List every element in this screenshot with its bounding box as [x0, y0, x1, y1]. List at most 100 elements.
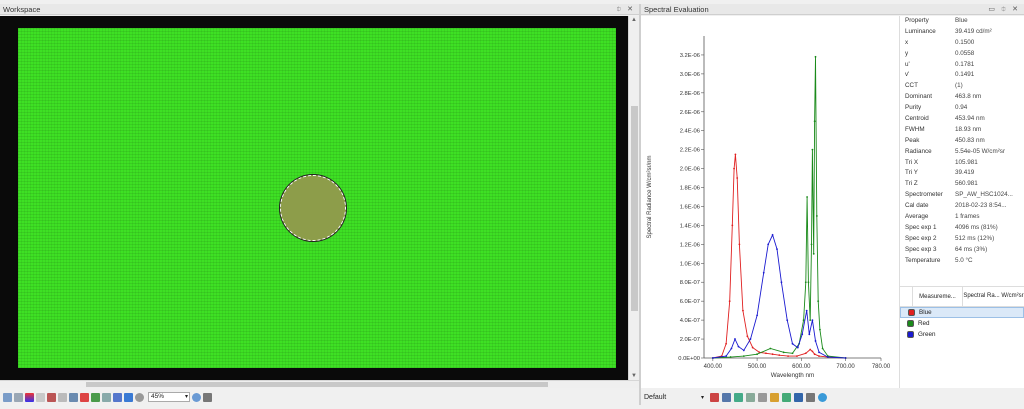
zoom-icon[interactable] — [192, 392, 201, 402]
pan-icon[interactable] — [203, 392, 212, 402]
plot-icon[interactable] — [734, 392, 744, 402]
data-point-green — [786, 319, 789, 322]
data-point-green — [767, 243, 770, 246]
property-row: FWHM 18.93 nm — [900, 125, 1024, 136]
crosshair-icon[interactable] — [36, 392, 45, 402]
close-x-icon[interactable] — [758, 392, 768, 402]
property-row: u' 0.1781 — [900, 60, 1024, 71]
chart-icon[interactable] — [113, 392, 122, 402]
property-row: Spec exp 1 4096 ms (81%) — [900, 223, 1024, 234]
colorbar-icon[interactable] — [25, 392, 34, 402]
data-point-red — [729, 356, 732, 358]
person-icon[interactable] — [770, 392, 780, 402]
property-row: CCT (1) — [900, 81, 1024, 92]
export-icon[interactable] — [124, 392, 133, 402]
workspace-title-text: Workspace — [3, 5, 41, 14]
data-point-red — [804, 281, 807, 284]
data-point-green — [818, 351, 820, 354]
property-row: Luminance 39.419 cd/m² — [900, 27, 1024, 38]
property-value: 18.93 nm — [955, 125, 982, 133]
horizontal-scroll-thumb[interactable] — [86, 382, 548, 387]
grid-icon[interactable] — [69, 392, 78, 402]
layers-icon[interactable] — [91, 392, 100, 402]
property-name: Centroid — [905, 115, 929, 123]
record-icon[interactable] — [80, 392, 89, 402]
data-point-blue — [736, 177, 739, 179]
measurement-row[interactable]: Blue — [900, 307, 1024, 318]
data-point-red — [812, 252, 815, 255]
refresh-icon[interactable] — [135, 392, 144, 402]
spectral-panel-controls[interactable]: ▭ ⯐ ✕ — [988, 4, 1020, 15]
property-value: SP_AW_HSC1024... — [955, 191, 1013, 199]
property-name: CCT — [905, 82, 918, 90]
settings-icon[interactable] — [102, 392, 111, 402]
vertical-scroll-thumb[interactable] — [631, 106, 638, 311]
x-axis-label: Wavelength nm — [771, 372, 815, 379]
data-point-blue — [734, 153, 737, 156]
export-data-icon[interactable] — [782, 392, 792, 402]
property-row: Dominant 463.8 nm — [900, 92, 1024, 103]
scroll-up-icon[interactable]: ▲ — [631, 17, 637, 23]
data-point-green — [780, 281, 783, 284]
data-point-blue — [725, 342, 728, 345]
text-small-icon[interactable] — [58, 392, 67, 402]
measurement-row[interactable]: Green — [900, 329, 1024, 340]
data-point-red — [742, 355, 745, 358]
list-icon[interactable] — [722, 392, 732, 402]
data-point-blue — [813, 353, 816, 356]
property-value: 512 ms (12%) — [955, 234, 995, 242]
move-icon[interactable] — [806, 392, 816, 402]
dropdown-arrow-icon[interactable]: ▾ — [701, 394, 704, 401]
data-point-blue — [804, 352, 807, 355]
data-point-green — [801, 333, 804, 336]
x-tick-label: 600.00 — [792, 364, 811, 370]
measurement-row[interactable]: Red — [900, 318, 1024, 329]
select-tool-icon[interactable] — [3, 392, 12, 402]
table-icon[interactable] — [746, 392, 756, 402]
property-value: (1) — [955, 82, 963, 90]
property-name: Tri Z — [905, 180, 918, 188]
measurement-column-header[interactable]: Measureme... — [912, 287, 962, 306]
measurement-list: Measureme... Spectral Ra... W/cm²sr Blue… — [899, 286, 1024, 388]
property-name: Dominant — [905, 93, 932, 101]
property-name: u' — [905, 60, 910, 68]
data-point-blue — [811, 350, 814, 353]
captured-image-green[interactable] — [18, 28, 616, 368]
clear-icon[interactable] — [710, 392, 720, 402]
data-point-green — [796, 346, 799, 349]
measurement-name: Blue — [919, 309, 932, 316]
data-point-green — [814, 340, 817, 342]
spectral-panel-title: Spectral Evaluation ▭ ⯐ ✕ — [641, 4, 1024, 15]
data-point-blue — [796, 355, 798, 358]
image-tool-icon[interactable] — [14, 392, 23, 402]
data-point-red — [814, 55, 817, 58]
data-point-green — [742, 349, 745, 352]
text-a-icon[interactable] — [47, 392, 56, 402]
property-row: Tri X 105.981 — [900, 158, 1024, 169]
radiance-column-header[interactable]: Spectral Ra... W/cm²sr — [962, 287, 1024, 306]
data-point-green — [762, 271, 765, 274]
gear-icon[interactable] — [818, 392, 828, 402]
image-canvas[interactable] — [0, 16, 628, 380]
roi-circle[interactable] — [280, 175, 346, 241]
property-row: x 0.1500 — [900, 38, 1024, 49]
property-value: 2018-02-23 8:54... — [955, 202, 1007, 210]
zoom-select[interactable]: 45% — [148, 392, 190, 402]
data-point-red — [821, 347, 824, 350]
workspace-panel-controls[interactable]: ⯐ ✕ — [616, 4, 635, 15]
property-name: Temperature — [905, 256, 941, 264]
property-value: 0.1491 — [955, 71, 975, 79]
save-icon[interactable] — [794, 392, 804, 402]
property-row: Spectrometer SP_AW_HSC1024... — [900, 190, 1024, 201]
y-tick-label: 3.0E-06 — [680, 72, 700, 78]
y-tick-label: 1.4E-06 — [680, 223, 700, 229]
scroll-down-icon[interactable]: ▼ — [631, 373, 637, 379]
vertical-scrollbar[interactable]: ▲ ▼ — [628, 16, 639, 380]
property-value: 453.94 nm — [955, 115, 985, 123]
series-color-swatch — [907, 331, 914, 338]
data-point-red — [791, 352, 794, 355]
property-value: 39.419 — [955, 169, 975, 177]
property-value: 105.981 — [955, 158, 978, 166]
horizontal-scrollbar[interactable] — [0, 380, 639, 388]
property-row: Tri Y 39.419 — [900, 168, 1024, 179]
